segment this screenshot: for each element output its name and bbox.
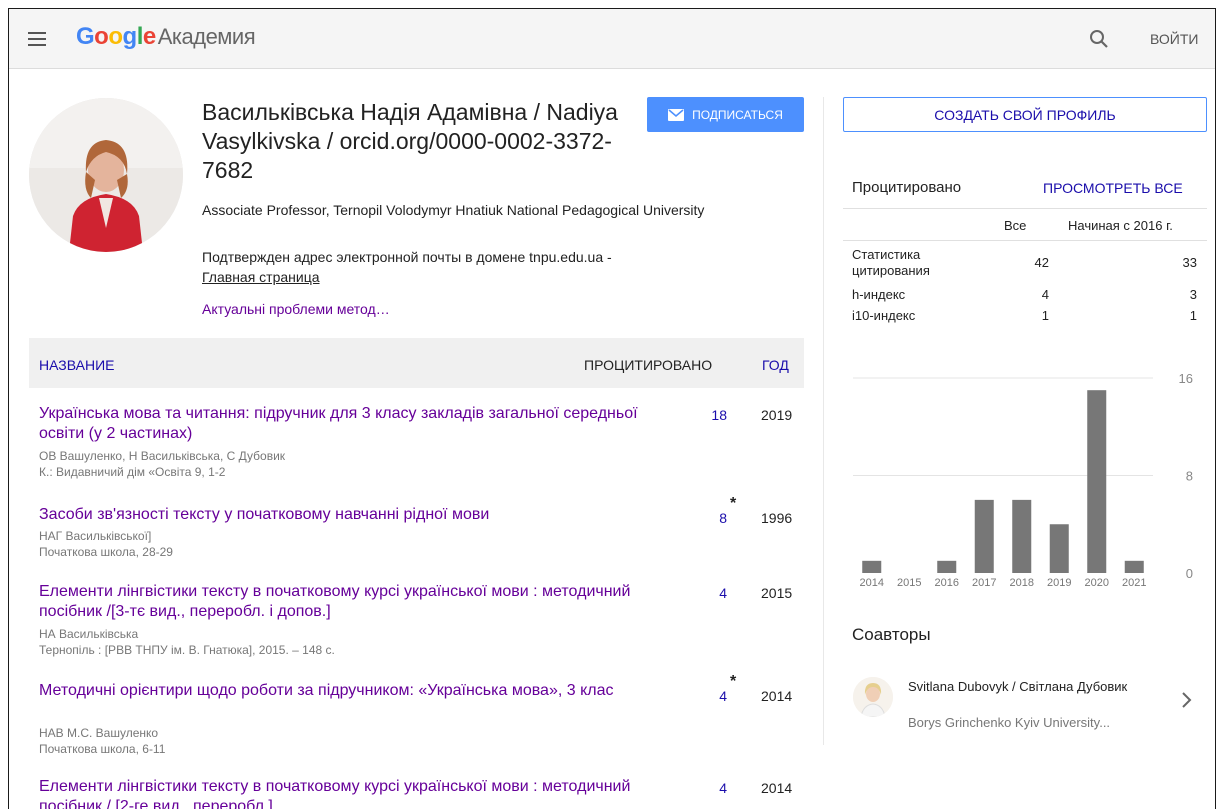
cited-count[interactable]: 4 <box>697 780 727 796</box>
chart-bar <box>937 560 957 573</box>
chart-bar <box>974 499 994 573</box>
article-authors: ОВ Вашуленко, Н Васильківська, С Дубовик <box>39 449 286 463</box>
article-venue: Тернопіль : [РВВ ТНПУ ім. В. Гнатюка], 2… <box>39 643 335 657</box>
citations-bar-chart: 16 8 0 2014 2015 2016 2017 2018 2019 2020 2021 <box>853 371 1193 589</box>
citation-merge-star: * <box>730 673 737 690</box>
stat-since: 33 <box>1182 255 1197 270</box>
research-interest-link[interactable]: Актуальні проблеми метод… <box>202 301 390 317</box>
email-note: Подтвержден адрес электронной почты в до… <box>202 249 612 265</box>
article-title[interactable]: Засоби зв'язності тексту у початковому н… <box>39 505 649 525</box>
x-tick-label: 2015 <box>897 577 921 589</box>
col-since-header: Начиная с 2016 г. <box>1068 218 1173 233</box>
app-window: GoogleАкадемия ВОЙТИ Васильківська Надія… <box>8 8 1216 809</box>
stat-label: i10-индекс <box>852 308 916 323</box>
article-title[interactable]: Елементи лінгвістики тексту в початковом… <box>39 582 649 622</box>
col-all-header: Все <box>1004 218 1027 233</box>
logo-suffix: Академия <box>157 24 256 49</box>
cited-by-header: ПРОЦИТИРОВАНО <box>584 357 713 373</box>
article-year: 1996 <box>761 510 793 526</box>
envelope-icon <box>668 108 685 121</box>
article-authors: НА Васильківська <box>39 627 139 641</box>
chart-bar <box>862 560 882 573</box>
coauthor-name[interactable]: Svitlana Dubovyk / Світлана Дубовик <box>908 679 1148 695</box>
cited-count[interactable]: 4 <box>697 585 727 601</box>
create-profile-button[interactable]: СОЗДАТЬ СВОЙ ПРОФИЛЬ <box>843 97 1207 132</box>
divider <box>843 240 1207 241</box>
coauthor-affiliation: Borys Grinchenko Kyiv University... <box>908 715 1111 730</box>
stat-label: Статистика цитирования <box>852 247 930 278</box>
article-year: 2015 <box>761 585 793 601</box>
article-title[interactable]: Українська мова та читання: підручник дл… <box>39 404 649 444</box>
menu-icon[interactable] <box>25 27 49 51</box>
x-tick-label: 2017 <box>972 577 996 589</box>
chart-bar <box>1087 390 1107 573</box>
stat-all: 4 <box>1041 287 1049 302</box>
cited-count[interactable]: 4 <box>697 688 727 704</box>
article-year: 2014 <box>761 780 793 796</box>
divider <box>843 208 1207 209</box>
subscribe-button[interactable]: ПОДПИСАТЬСЯ <box>647 97 804 132</box>
article-year: 2019 <box>761 407 793 423</box>
chevron-right-icon[interactable] <box>1181 691 1193 709</box>
sort-by-year[interactable]: ГОД <box>762 357 789 373</box>
article-venue: Початкова школа, 6-11 <box>39 742 166 756</box>
stat-all: 1 <box>1041 308 1049 323</box>
article-title[interactable]: Методичні орієнтири щодо роботи за підру… <box>39 681 649 701</box>
x-tick-label: 2020 <box>1085 577 1109 589</box>
cited-by-title: Процитировано <box>852 179 962 196</box>
subscribe-label: ПОДПИСАТЬСЯ <box>692 107 783 122</box>
coauthors-title: Соавторы <box>852 625 931 644</box>
x-tick-label: 2019 <box>1047 577 1071 589</box>
article-year: 2014 <box>761 688 793 704</box>
homepage-link[interactable]: Главная страница <box>202 269 320 285</box>
login-link[interactable]: ВОЙТИ <box>1150 31 1198 47</box>
x-tick-label: 2018 <box>1010 577 1034 589</box>
y-tick-label: 8 <box>1186 469 1193 484</box>
profile-affiliation: Associate Professor, Ternopil Volodymyr … <box>202 202 705 218</box>
stat-since: 3 <box>1189 287 1197 302</box>
article-authors: НАГ Васильківської] <box>39 529 152 543</box>
chart-bar <box>1012 499 1032 573</box>
stat-all: 42 <box>1034 255 1049 270</box>
column-divider <box>823 97 824 745</box>
stat-label: h-индекс <box>852 287 906 302</box>
article-authors: НАВ М.С. Вашуленко <box>39 726 159 740</box>
article-venue: К.: Видавничий дім «Освіта 9, 1-2 <box>39 465 226 479</box>
cited-count[interactable]: 8 <box>697 510 727 526</box>
article-title[interactable]: Елементи лінгвістики тексту в початковом… <box>39 777 649 809</box>
chart-bar <box>1049 524 1069 573</box>
logo[interactable]: GoogleАкадемия <box>76 23 256 51</box>
profile-photo <box>29 98 183 252</box>
articles-table-header: НАЗВАНИЕ ПРОЦИТИРОВАНО ГОД <box>29 338 804 388</box>
sort-by-title[interactable]: НАЗВАНИЕ <box>39 357 114 373</box>
citation-merge-star: * <box>730 495 737 512</box>
cited-count[interactable]: 18 <box>697 407 727 423</box>
y-tick-label: 16 <box>1179 371 1193 386</box>
x-tick-label: 2014 <box>860 577 884 589</box>
x-tick-label: 2016 <box>935 577 959 589</box>
x-tick-label: 2021 <box>1122 577 1146 589</box>
coauthor-item[interactable]: Svitlana Dubovyk / Світлана Дубовик Bory… <box>843 669 1207 735</box>
top-bar: GoogleАкадемия ВОЙТИ <box>9 9 1215 69</box>
article-venue: Початкова школа, 28-29 <box>39 545 173 559</box>
profile-name: Васильківська Надія Адамівна / Nadiya Va… <box>202 99 618 183</box>
y-tick-label: 0 <box>1186 566 1193 581</box>
search-icon[interactable] <box>1087 27 1111 51</box>
stat-since: 1 <box>1189 308 1197 323</box>
coauthor-avatar <box>853 677 893 717</box>
chart-bar <box>1124 560 1144 573</box>
view-all-link[interactable]: ПРОСМОТРЕТЬ ВСЕ <box>1043 180 1183 196</box>
profile-email: Подтвержден адрес электронной почты в до… <box>202 247 772 287</box>
